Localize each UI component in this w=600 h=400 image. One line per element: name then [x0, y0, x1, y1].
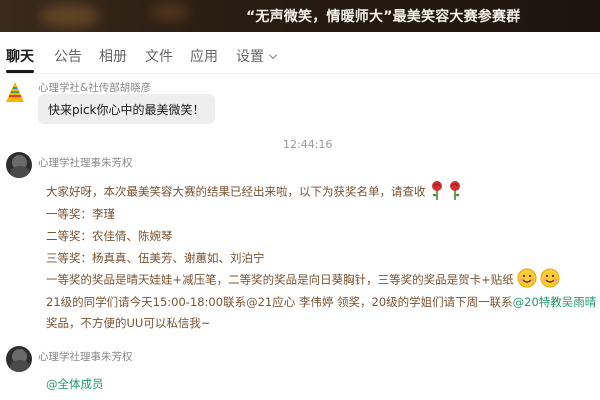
message-sender[interactable]: 心理学社理事朱芳权 — [38, 155, 133, 170]
message-line: 三等奖：杨真真、伍美芳、谢蕙如、刘泊宁 — [46, 251, 265, 265]
avatar[interactable] — [6, 152, 32, 178]
smiling-face-emoji-icon — [540, 268, 560, 288]
mention-all-link[interactable]: @全体成员 — [46, 376, 104, 392]
tab-settings-label: 设置 — [236, 49, 264, 65]
rose-emoji-icon — [430, 180, 444, 200]
rose-emoji-icon — [448, 180, 462, 200]
message-text: 一等奖的奖品是晴天娃娃+减压笔，二等奖的奖品是向日葵胸针，三等奖的奖品是贺卡+贴… — [46, 272, 514, 287]
tab-apps[interactable]: 应用 — [190, 46, 218, 66]
message-bubble: 快来pick你心中的最美微笑！ — [38, 94, 215, 124]
message-timestamp: 12:44:16 — [283, 138, 333, 151]
message-text: 21级的同学们请今天15:00-18:00联系@21应心 李伟婷 领奖，20级的… — [46, 295, 513, 309]
active-tab-indicator — [6, 70, 34, 73]
message-sender[interactable]: 心理学社&社传部胡晓彦 — [38, 80, 151, 95]
message-line: 一等奖：李瑾 — [46, 207, 115, 221]
window-title: “无声微笑，情暖师大”最美笑容大赛参赛群 — [246, 9, 521, 25]
mention-link[interactable]: @20特教吴雨晴 — [513, 295, 597, 309]
message-sender[interactable]: 心理学社理事朱芳权 — [38, 349, 133, 364]
chevron-down-icon — [268, 50, 278, 60]
message-line: 奖品，不方便的UU可以私信我~ — [46, 316, 211, 330]
tab-announcement[interactable]: 公告 — [54, 46, 82, 66]
tab-settings[interactable]: 设置 — [236, 46, 278, 66]
tab-bar: 聊天 公告 相册 文件 应用 设置 — [0, 32, 600, 74]
message-line: 一等奖的奖品是晴天娃娃+减压笔，二等奖的奖品是向日葵胸针，三等奖的奖品是贺卡+贴… — [46, 268, 560, 290]
pyramid-avatar-icon[interactable] — [6, 82, 24, 102]
smiling-face-emoji-icon — [517, 268, 537, 288]
message-text: 领取 — [596, 295, 600, 309]
message-text: 大家好呀，本次最美笑容大赛的结果已经出来啦，以下为获奖名单，请查收 — [46, 184, 426, 199]
avatar[interactable] — [6, 346, 32, 372]
window-titlebar: “无声微笑，情暖师大”最美笑容大赛参赛群 — [0, 0, 600, 32]
message-line: 二等奖：农佳倩、陈婉琴 — [46, 229, 173, 243]
tab-files[interactable]: 文件 — [145, 46, 173, 66]
tab-album[interactable]: 相册 — [99, 46, 127, 66]
tab-chat[interactable]: 聊天 — [6, 46, 34, 66]
message-line: 21级的同学们请今天15:00-18:00联系@21应心 李伟婷 领奖，20级的… — [46, 294, 600, 310]
message-line: 大家好呀，本次最美笑容大赛的结果已经出来啦，以下为获奖名单，请查收 — [46, 180, 462, 202]
